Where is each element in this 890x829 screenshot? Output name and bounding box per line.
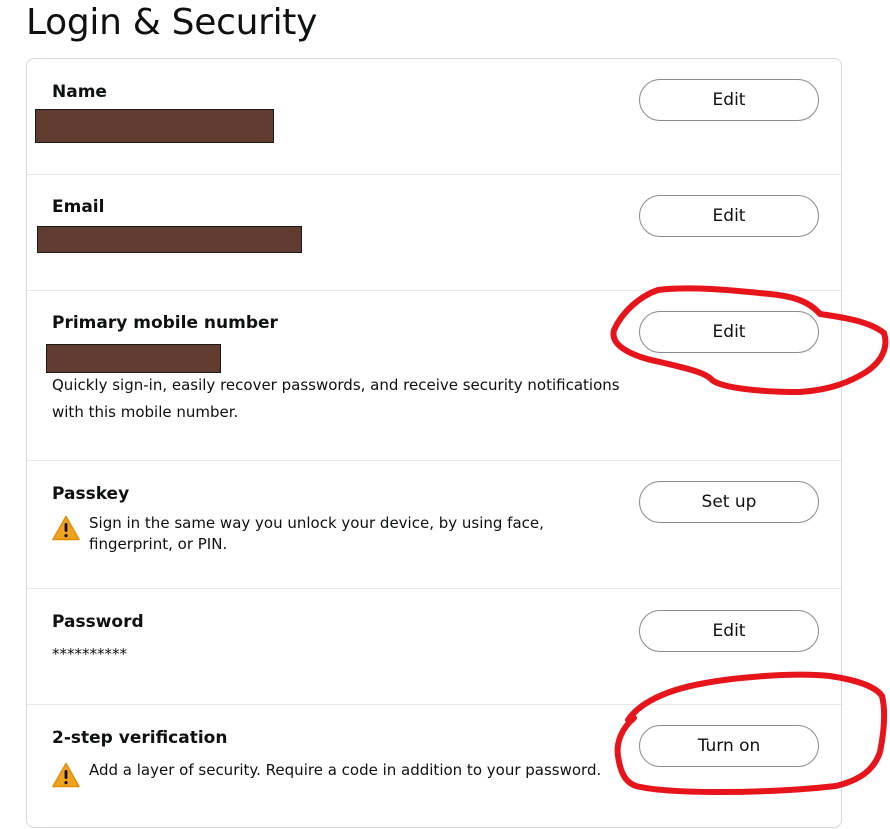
passkey-title: Passkey (52, 484, 130, 504)
two-step-row: 2-step verification Add a layer of secur… (27, 704, 843, 829)
password-row: Password ********** Edit (27, 588, 843, 704)
mobile-edit-button[interactable]: Edit (639, 311, 819, 353)
email-row: Email Edit (27, 174, 843, 290)
name-title: Name (52, 82, 107, 102)
password-edit-button[interactable]: Edit (639, 610, 819, 652)
email-redaction (37, 226, 302, 253)
two-step-warning-text: Add a layer of security. Require a code … (89, 761, 602, 779)
login-security-panel: Name Edit Email Edit Primary mobile numb… (26, 58, 843, 829)
password-value: ********** (52, 645, 127, 663)
mobile-description: Quickly sign-in, easily recover password… (52, 376, 620, 421)
name-row: Name Edit (27, 59, 843, 174)
name-edit-button[interactable]: Edit (639, 79, 819, 121)
mobile-row: Primary mobile number Quickly sign-in, e… (27, 290, 843, 460)
email-edit-button[interactable]: Edit (639, 195, 819, 237)
name-redaction (35, 109, 274, 143)
two-step-title: 2-step verification (52, 728, 228, 748)
mobile-redaction (46, 344, 221, 373)
passkey-warning-text: Sign in the same way you unlock your dev… (89, 514, 544, 553)
warning-triangle-icon (52, 762, 80, 788)
page-title: Login & Security (26, 2, 318, 43)
mobile-title: Primary mobile number (52, 313, 278, 333)
email-title: Email (52, 197, 105, 217)
passkey-row: Passkey Sign in the same way you unlock … (27, 460, 843, 588)
passkey-setup-button[interactable]: Set up (639, 481, 819, 523)
warning-triangle-icon (52, 515, 80, 541)
password-title: Password (52, 612, 144, 632)
two-step-turn-on-button[interactable]: Turn on (639, 725, 819, 767)
